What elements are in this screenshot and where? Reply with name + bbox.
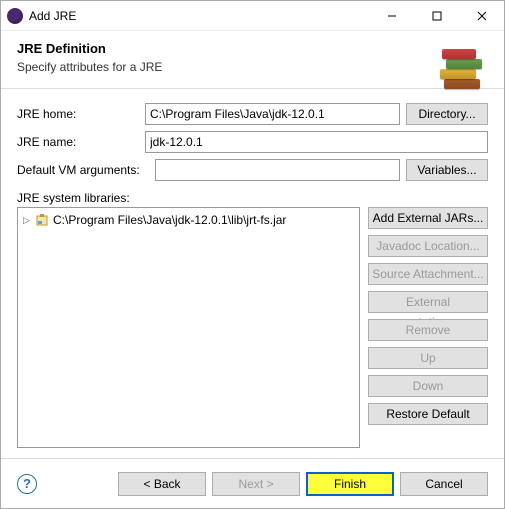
jre-name-label: JRE name: bbox=[17, 135, 139, 149]
restore-default-button[interactable]: Restore Default bbox=[368, 403, 488, 425]
eclipse-icon bbox=[7, 8, 23, 24]
remove-button: Remove bbox=[368, 319, 488, 341]
tree-item-label: C:\Program Files\Java\jdk-12.0.1\lib\jrt… bbox=[53, 213, 286, 227]
minimize-button[interactable] bbox=[369, 1, 414, 31]
variables-button[interactable]: Variables... bbox=[406, 159, 488, 181]
maximize-button[interactable] bbox=[414, 1, 459, 31]
library-buttons: Add External JARs... Javadoc Location...… bbox=[368, 207, 488, 448]
add-jre-dialog: Add JRE JRE Definition Specify attribute… bbox=[0, 0, 505, 509]
finish-button[interactable]: Finish bbox=[306, 472, 394, 496]
external-annotations-button: External annotations... bbox=[368, 291, 488, 313]
tree-item[interactable]: ▷ C:\Program Files\Java\jdk-12.0.1\lib\j… bbox=[22, 212, 355, 228]
jre-libraries-tree[interactable]: ▷ C:\Program Files\Java\jdk-12.0.1\lib\j… bbox=[17, 207, 360, 448]
expand-icon[interactable]: ▷ bbox=[22, 216, 31, 225]
header-subtitle: Specify attributes for a JRE bbox=[17, 60, 488, 74]
cancel-button[interactable]: Cancel bbox=[400, 472, 488, 496]
jar-icon bbox=[35, 213, 49, 227]
header-title: JRE Definition bbox=[17, 41, 488, 56]
titlebar: Add JRE bbox=[1, 1, 504, 31]
down-button: Down bbox=[368, 375, 488, 397]
close-button[interactable] bbox=[459, 1, 504, 31]
source-attachment-button: Source Attachment... bbox=[368, 263, 488, 285]
books-icon bbox=[430, 37, 494, 89]
back-button[interactable]: < Back bbox=[118, 472, 206, 496]
up-button: Up bbox=[368, 347, 488, 369]
window-title: Add JRE bbox=[29, 9, 369, 23]
dialog-header: JRE Definition Specify attributes for a … bbox=[1, 31, 504, 89]
jre-home-label: JRE home: bbox=[17, 107, 139, 121]
javadoc-location-button: Javadoc Location... bbox=[368, 235, 488, 257]
directory-button[interactable]: Directory... bbox=[406, 103, 488, 125]
form-area: JRE home: Directory... JRE name: Default… bbox=[1, 89, 504, 458]
libs-label: JRE system libraries: bbox=[17, 191, 488, 205]
vm-args-label: Default VM arguments: bbox=[17, 163, 149, 177]
vm-args-input[interactable] bbox=[155, 159, 400, 181]
help-icon[interactable]: ? bbox=[17, 474, 37, 494]
next-button: Next > bbox=[212, 472, 300, 496]
jre-name-input[interactable] bbox=[145, 131, 488, 153]
add-external-jars-button[interactable]: Add External JARs... bbox=[368, 207, 488, 229]
dialog-footer: ? < Back Next > Finish Cancel bbox=[1, 458, 504, 508]
jre-home-input[interactable] bbox=[145, 103, 400, 125]
